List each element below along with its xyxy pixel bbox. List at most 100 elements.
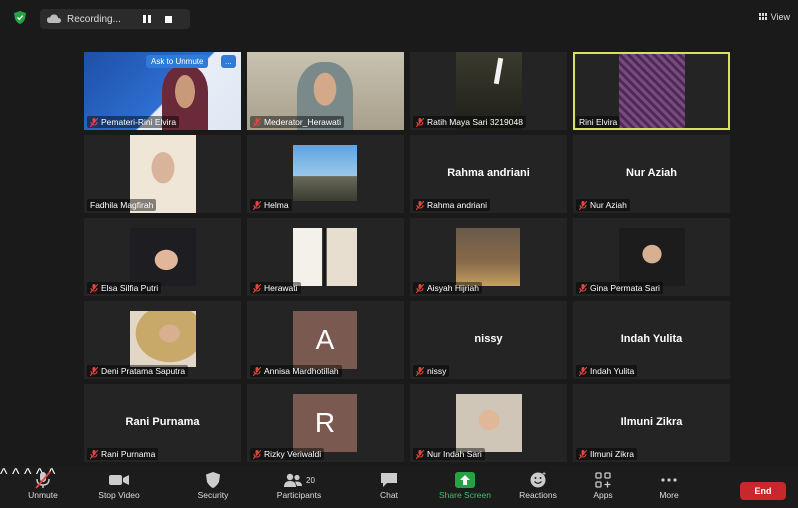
unmute-button[interactable]: Unmute [8, 470, 78, 500]
participant-tile[interactable]: Gina Permata Sari [573, 218, 730, 296]
participants-button[interactable]: 20 Participants [264, 470, 334, 500]
muted-mic-icon [253, 200, 261, 210]
participant-display-name: Nur Aziah [626, 167, 677, 179]
participant-name-label: Mederator_Herawati [250, 116, 345, 128]
svg-text:+: + [542, 471, 546, 478]
participant-tile[interactable]: Nur Indah Sari [410, 384, 567, 462]
muted-mic-icon [35, 471, 51, 489]
muted-mic-icon [253, 449, 261, 459]
muted-mic-icon [416, 449, 424, 459]
participant-tile[interactable]: Aisyah Hijriah [410, 218, 567, 296]
participant-name-label: Rahma andriani [413, 199, 491, 211]
participant-tile-active-speaker[interactable]: Rini Elvira [573, 52, 730, 130]
view-button[interactable]: View [758, 12, 790, 22]
cloud-record-icon [47, 14, 61, 23]
video-gallery: Ask to Unmute ... Pemateri-Rini Elvira M… [84, 52, 730, 462]
participant-tile[interactable]: Elsa Silfia Putri [84, 218, 241, 296]
shield-icon[interactable] [14, 11, 26, 24]
participant-video [130, 228, 196, 286]
muted-mic-icon [579, 200, 587, 210]
grid-icon [758, 13, 768, 21]
apps-label: Apps [593, 490, 613, 500]
view-label: View [770, 12, 790, 22]
participant-name-label: Rizky Veriwaldi [250, 448, 325, 460]
end-meeting-button[interactable]: End [740, 482, 786, 500]
muted-mic-icon [416, 200, 424, 210]
participant-initial-avatar: R [293, 394, 357, 452]
participant-tile[interactable]: Deni Pratama Saputra [84, 301, 241, 379]
participant-display-name: Ilmuni Zikra [620, 416, 683, 428]
share-screen-arrow-icon [455, 472, 475, 488]
participant-display-name: Rahma andriani [447, 167, 530, 179]
participant-tile[interactable]: A Annisa Mardhotillah [247, 301, 404, 379]
audio-options-chevron-icon[interactable]: ^ [0, 466, 8, 483]
share-screen-button[interactable]: Share Screen [430, 470, 500, 500]
participants-count: 20 [306, 475, 315, 485]
muted-mic-icon [416, 366, 424, 376]
more-dots-icon [661, 478, 677, 482]
participant-tile[interactable]: Ilmuni Zikra Ilmuni Zikra [573, 384, 730, 462]
share-screen-label: Share Screen [439, 490, 491, 500]
muted-mic-icon [90, 366, 98, 376]
participant-tile[interactable]: Ask to Unmute ... Pemateri-Rini Elvira [84, 52, 241, 130]
participant-tile[interactable]: Fadhila Magfirah [84, 135, 241, 213]
stop-video-button[interactable]: Stop Video [84, 470, 154, 500]
participant-video [619, 228, 685, 286]
more-button[interactable]: More [634, 470, 704, 500]
chat-button[interactable]: Chat [354, 470, 424, 500]
muted-mic-icon [579, 449, 587, 459]
participant-video [130, 311, 196, 367]
participant-tile[interactable]: R Rizky Veriwaldi [247, 384, 404, 462]
participant-tile[interactable]: Helma [247, 135, 404, 213]
muted-mic-icon [90, 449, 98, 459]
participant-name-label: Nur Indah Sari [413, 448, 485, 460]
participant-name-label: Deni Pratama Saputra [87, 365, 189, 377]
muted-mic-icon [90, 283, 98, 293]
apps-button[interactable]: Apps [568, 470, 638, 500]
security-button[interactable]: Security [178, 470, 248, 500]
participant-name-label: Rani Purnama [87, 448, 159, 460]
muted-mic-icon [416, 117, 424, 127]
participant-name-label: Rini Elvira [576, 116, 621, 128]
participant-name-label: Annisa Mardhotillah [250, 365, 342, 377]
muted-mic-icon [579, 366, 587, 376]
muted-mic-icon [253, 117, 261, 127]
participant-name-label: Indah Yulita [576, 365, 638, 377]
participant-tile[interactable]: Indah Yulita Indah Yulita [573, 301, 730, 379]
participant-initial-avatar: A [293, 311, 357, 369]
participant-tile[interactable]: Mederator_Herawati [247, 52, 404, 130]
more-options-button[interactable]: ... [221, 55, 236, 68]
muted-mic-icon [253, 366, 261, 376]
participant-name-label: Fadhila Magfirah [87, 199, 157, 211]
participant-tile[interactable]: nissy nissy [410, 301, 567, 379]
participant-tile[interactable]: Rani Purnama Rani Purnama [84, 384, 241, 462]
stop-recording-icon[interactable] [164, 15, 172, 23]
participant-tile[interactable]: Herawati [247, 218, 404, 296]
participant-tile[interactable]: Rahma andriani Rahma andriani [410, 135, 567, 213]
stop-video-label: Stop Video [98, 490, 140, 500]
participant-tile[interactable]: Ratih Maya Sari 3219048 [410, 52, 567, 130]
recording-label: Recording... [67, 13, 121, 25]
participant-video [293, 145, 357, 201]
pause-recording-icon[interactable] [142, 15, 151, 23]
participant-name-label: Helma [250, 199, 292, 211]
participant-name-label: Aisyah Hijriah [413, 282, 482, 294]
participant-name-label: Nur Aziah [576, 199, 630, 211]
participant-name-label: Ratih Maya Sari 3219048 [413, 116, 526, 128]
more-label: More [659, 490, 679, 500]
ask-to-unmute-button[interactable]: Ask to Unmute [146, 55, 209, 68]
reactions-smiley-icon: + [530, 471, 546, 488]
muted-mic-icon [579, 283, 587, 293]
participant-video [619, 54, 685, 128]
chat-label: Chat [380, 490, 398, 500]
shield-icon [206, 472, 220, 488]
participant-video [456, 394, 522, 452]
participant-name-label: Herawati [250, 282, 301, 294]
participant-tile[interactable]: Nur Aziah Nur Aziah [573, 135, 730, 213]
security-label: Security [197, 490, 229, 500]
reactions-button[interactable]: + Reactions [503, 470, 573, 500]
participant-name-label: nissy [413, 365, 450, 377]
meeting-controls-toolbar: Unmute ^ Stop Video ^ Security 20 Partic… [0, 466, 798, 508]
muted-mic-icon [416, 283, 424, 293]
participant-video [293, 228, 357, 286]
